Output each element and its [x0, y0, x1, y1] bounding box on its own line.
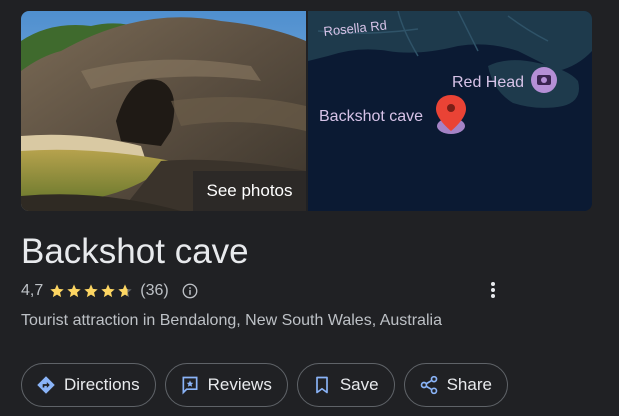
share-icon	[420, 375, 437, 395]
star-icon	[67, 284, 81, 298]
more-options-icon[interactable]	[484, 280, 502, 300]
action-chips: Directions Reviews Save Share	[21, 363, 517, 407]
camera-marker-icon	[531, 67, 557, 93]
rating-row: 4,7 (36)	[21, 280, 199, 302]
directions-icon	[37, 376, 55, 394]
star-icon	[101, 284, 115, 298]
map-label-landmark: Red Head	[452, 74, 524, 91]
reviews-button[interactable]: Reviews	[164, 363, 288, 407]
share-label: Share	[446, 375, 492, 394]
bookmark-icon	[316, 376, 328, 394]
star-icon	[84, 284, 98, 298]
place-photo[interactable]: See photos	[21, 11, 306, 211]
save-button[interactable]: Save	[296, 363, 395, 407]
see-photos-button[interactable]: See photos	[193, 171, 306, 211]
rating-value: 4,7	[21, 282, 44, 299]
place-category: Tourist attraction in Bendalong, New Sou…	[21, 312, 442, 329]
map-thumbnail[interactable]: Rosella Rd Red Head Backshot cave	[308, 11, 592, 211]
reviews-label: Reviews	[207, 375, 272, 394]
directions-label: Directions	[64, 375, 140, 394]
place-title: Backshot cave	[21, 232, 249, 271]
location-pin-icon	[436, 95, 466, 134]
save-label: Save	[339, 375, 379, 394]
star-rating	[49, 283, 134, 299]
reviews-icon	[182, 376, 198, 395]
share-button[interactable]: Share	[403, 363, 508, 407]
map-label-pin: Backshot cave	[319, 108, 423, 125]
directions-button[interactable]: Directions	[21, 363, 156, 407]
star-icon	[50, 284, 64, 298]
review-count[interactable]: (36)	[140, 282, 168, 300]
map-image: Rosella Rd Red Head Backshot cave	[308, 11, 592, 211]
media-strip: See photos Rosella Rd Red Head Backshot …	[21, 11, 592, 211]
star-half-icon	[118, 284, 132, 298]
info-icon[interactable]	[181, 282, 199, 300]
